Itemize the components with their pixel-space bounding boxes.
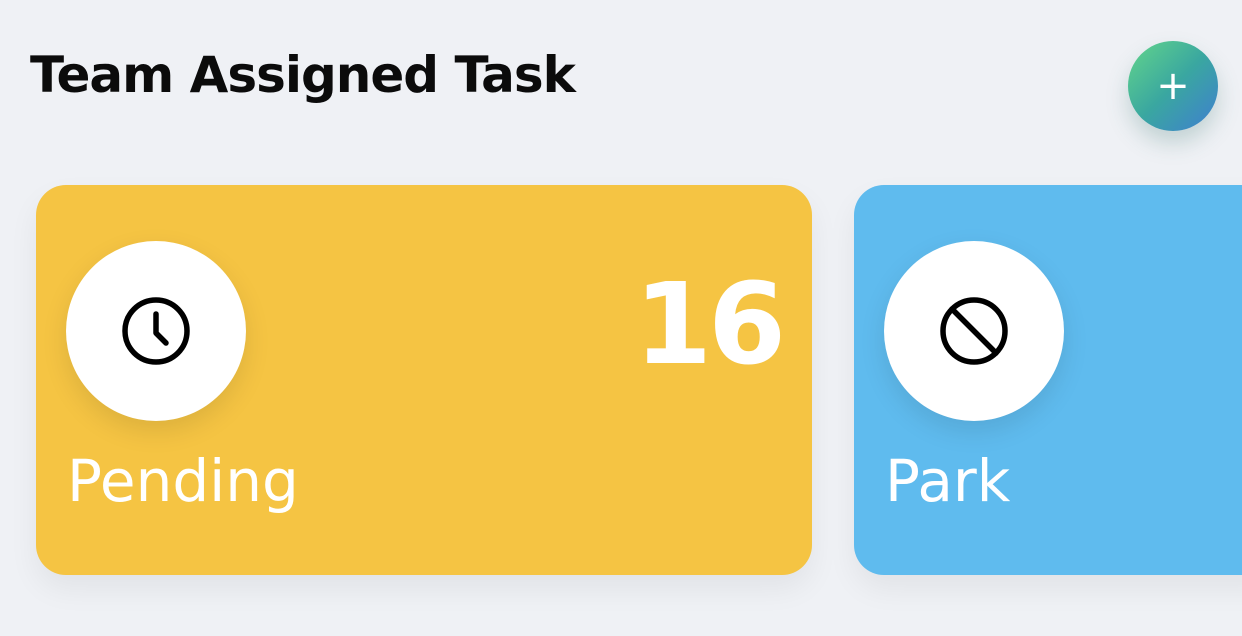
status-card-park[interactable]: Park <box>854 185 1242 575</box>
clock-icon <box>122 297 190 365</box>
status-icon-circle <box>884 241 1064 421</box>
status-label: Pending <box>67 447 299 515</box>
block-icon <box>940 297 1008 365</box>
add-task-button[interactable]: + <box>1128 41 1218 131</box>
page-title: Team Assigned Task <box>30 46 576 104</box>
plus-icon: + <box>1156 63 1190 109</box>
status-card-pending[interactable]: 16 Pending <box>36 185 812 575</box>
status-count: 16 <box>634 260 786 390</box>
status-icon-circle <box>66 241 246 421</box>
status-label: Park <box>885 447 1011 515</box>
